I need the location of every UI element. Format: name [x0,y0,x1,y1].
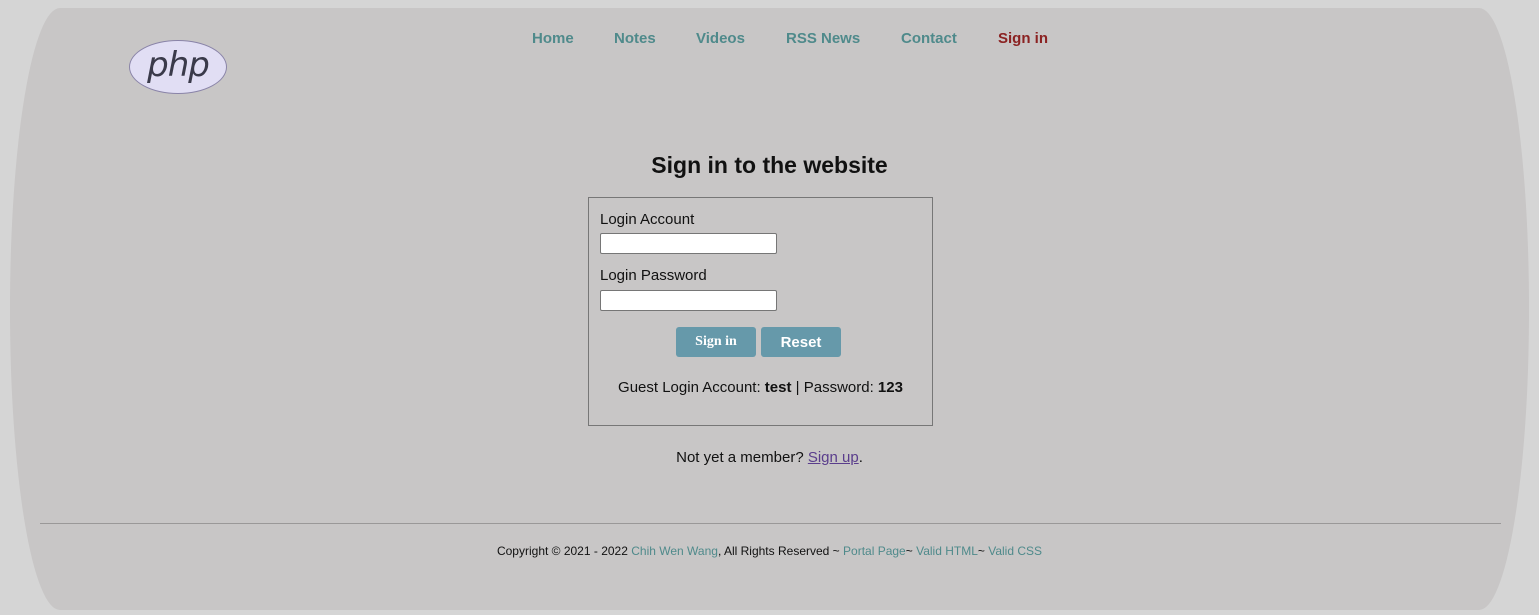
guest-login-info: Guest Login Account: test | Password: 12… [589,379,932,396]
sign-up-link[interactable]: Sign up [808,449,859,466]
reset-button[interactable]: Reset [761,327,841,357]
footer: Copyright © 2021 - 2022 Chih Wen Wang, A… [0,544,1539,558]
nav-home[interactable]: Home [532,30,574,47]
signup-prefix: Not yet a member? [676,449,808,466]
nav-notes[interactable]: Notes [614,30,656,47]
footer-sep-2: ~ [977,544,989,558]
nav-contact[interactable]: Contact [901,30,957,47]
password-label: Login Password [600,267,707,284]
account-label: Login Account [600,211,695,228]
login-account-input[interactable] [600,233,777,254]
signup-prompt: Not yet a member? Sign up. [0,449,1539,466]
main-nav: Home Notes Videos RSS News Contact Sign … [0,30,1539,50]
logo-text: php [147,45,210,85]
signup-suffix: . [858,449,863,466]
valid-html-link[interactable]: Valid HTML [916,544,978,558]
sign-in-button[interactable]: Sign in [676,327,756,357]
footer-author-link[interactable]: Chih Wen Wang [631,544,718,558]
page-title: Sign in to the website [651,152,888,178]
nav-sign-in[interactable]: Sign in [998,30,1048,47]
footer-divider [40,523,1501,524]
portal-page-link[interactable]: Portal Page [843,544,906,558]
footer-copyright: Copyright © 2021 - 2022 [496,544,632,558]
guest-separator: | Password: [791,379,878,396]
guest-prefix: Guest Login Account: [618,379,765,396]
nav-videos[interactable]: Videos [696,30,745,47]
guest-password: 123 [877,379,903,396]
nav-rss-news[interactable]: RSS News [786,30,860,47]
footer-sep-1: ~ [905,544,917,558]
login-password-input[interactable] [600,290,777,311]
valid-css-link[interactable]: Valid CSS [988,544,1042,558]
login-form: Login Account Login Password Sign in Res… [588,197,933,426]
footer-rights: , All Rights Reserved ~ [717,544,844,558]
guest-account: test [764,379,792,396]
